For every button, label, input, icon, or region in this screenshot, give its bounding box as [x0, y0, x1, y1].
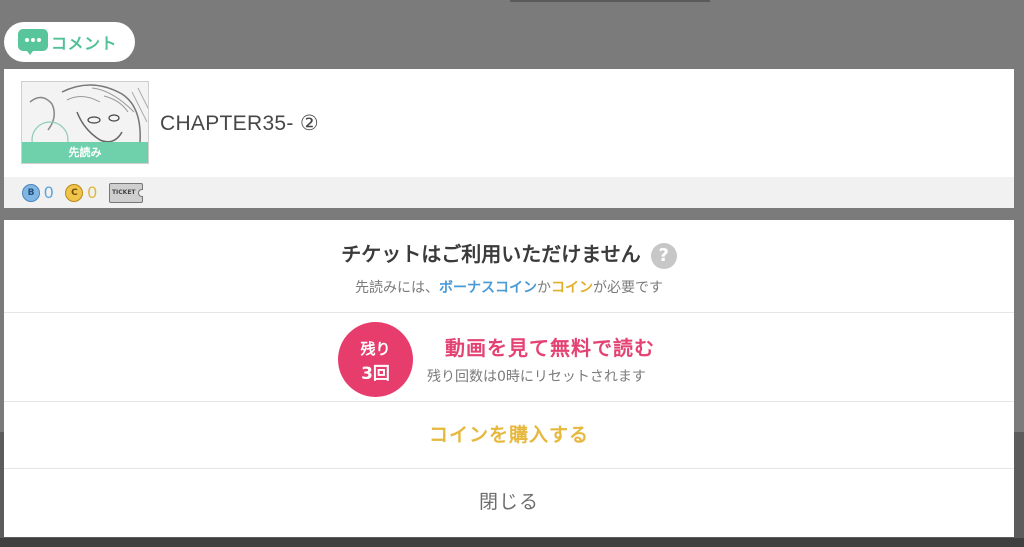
preview-badge: 先読み: [22, 142, 148, 163]
dialog-subtitle: 先読みには、ボーナスコインかコインが必要です: [4, 277, 1014, 297]
remaining-count: 3回: [361, 364, 390, 384]
dialog-title: チケットはご利用いただけません: [341, 242, 641, 266]
chapter-card[interactable]: 先読み CHAPTER35- ② B 0 C 0 TICKET: [4, 69, 1014, 208]
remaining-label: 残り: [360, 340, 391, 358]
subtitle-prefix: 先読みには、: [355, 280, 439, 296]
chapter-status-row: B 0 C 0 TICKET: [4, 177, 1014, 208]
chapter-title: CHAPTER35- ②: [160, 112, 319, 135]
reset-note: 残り回数は0時にリセットされます: [427, 369, 646, 385]
chapter-thumbnail[interactable]: 先読み: [21, 81, 149, 164]
subtitle-conjunction: か: [537, 280, 551, 296]
watch-video-label: 動画を見て無料で読む: [445, 336, 655, 360]
speech-bubble-icon: [18, 29, 48, 55]
header-divider: [510, 0, 710, 2]
comment-button[interactable]: コメント: [4, 22, 135, 62]
dialog-title-row: チケットはご利用いただけません?: [4, 238, 1014, 269]
bonus-coin-count: 0: [44, 182, 54, 202]
buy-coins-button[interactable]: コインを購入する: [4, 402, 1014, 468]
watch-video-button[interactable]: 残り 3回 動画を見て無料で読む 残り回数は0時にリセットされます: [4, 313, 1014, 401]
ticket-icon: TICKET: [108, 182, 143, 203]
remaining-count-badge: 残り 3回: [338, 322, 413, 397]
coin-icon: C: [65, 183, 84, 202]
subtitle-suffix: が必要です: [593, 280, 663, 296]
coin-count: 0: [87, 182, 97, 202]
bonus-coin-text: ボーナスコイン: [439, 280, 537, 296]
purchase-dialog: チケットはご利用いただけません? 先読みには、ボーナスコインかコインが必要です …: [4, 220, 1014, 537]
comment-label: コメント: [51, 34, 118, 53]
help-icon[interactable]: ?: [650, 242, 677, 269]
coin-text: コイン: [551, 280, 593, 296]
bonus-coin-icon: B: [22, 183, 40, 202]
close-button[interactable]: 閉じる: [4, 469, 1014, 535]
background-bottom-bar: [0, 538, 1024, 547]
